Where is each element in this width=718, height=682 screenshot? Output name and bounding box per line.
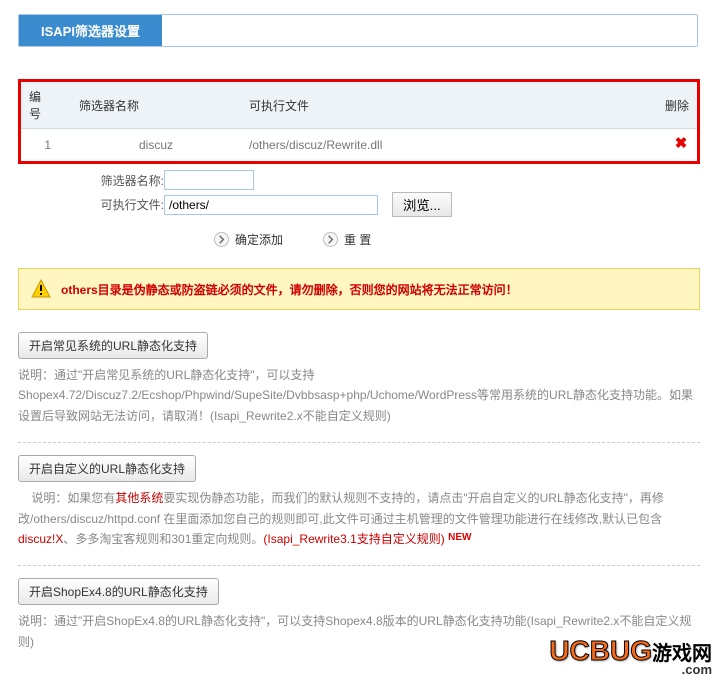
title-bar: ISAPI筛选器设置 xyxy=(18,14,698,47)
enable-common-url-button[interactable]: 开启常见系统的URL静态化支持 xyxy=(18,332,208,359)
custom-url-desc: 说明：如果您有其他系统要实现伪静态功能，而我们的默认规则不支持的，请点击"开启自… xyxy=(18,488,700,549)
warning-text: others目录是伪静态或防盗链必须的文件，请勿删除，否则您的网站将无法正常访问… xyxy=(61,281,518,298)
th-name: 筛选器名称 xyxy=(71,82,241,129)
exec-file-input[interactable] xyxy=(164,195,378,215)
filter-table: 编号 筛选器名称 可执行文件 删除 1 discuz /others/discu… xyxy=(21,82,697,161)
confirm-add-button[interactable]: 确定添加 xyxy=(214,231,283,248)
cell-file: /others/discuz/Rewrite.dll xyxy=(241,129,647,162)
common-url-desc: 说明：通过"开启常见系统的URL静态化支持"，可以支持 Shopex4.72/D… xyxy=(18,365,700,426)
chevron-right-icon xyxy=(214,232,229,247)
section-custom-url: 开启自定义的URL静态化支持 说明：如果您有其他系统要实现伪静态功能，而我们的默… xyxy=(18,455,700,549)
divider xyxy=(18,442,700,443)
page-title: ISAPI筛选器设置 xyxy=(19,15,162,46)
divider xyxy=(18,565,700,566)
reset-button[interactable]: 重 置 xyxy=(323,231,371,248)
chevron-right-icon xyxy=(323,232,338,247)
warning-alert: others目录是伪静态或防盗链必须的文件，请勿删除，否则您的网站将无法正常访问… xyxy=(18,268,700,310)
warning-icon xyxy=(31,279,51,299)
browse-button[interactable]: 浏览... xyxy=(392,192,452,217)
section-common-url: 开启常见系统的URL静态化支持 说明：通过"开启常见系统的URL静态化支持"，可… xyxy=(18,332,700,426)
isapi-note: (Isapi_Rewrite3.1支持自定义规则) xyxy=(263,532,444,546)
exec-file-label: 可执行文件: xyxy=(78,196,164,213)
filter-table-highlighted: 编号 筛选器名称 可执行文件 删除 1 discuz /others/discu… xyxy=(18,79,700,164)
cell-number: 1 xyxy=(21,129,71,162)
delete-icon[interactable]: ✖ xyxy=(673,137,689,153)
enable-custom-url-button[interactable]: 开启自定义的URL静态化支持 xyxy=(18,455,196,482)
enable-shopex-url-button[interactable]: 开启ShopEx4.8的URL静态化支持 xyxy=(18,578,219,605)
confirm-add-label: 确定添加 xyxy=(235,231,283,248)
discuz-x-link[interactable]: discuz!X xyxy=(18,532,63,546)
th-delete: 删除 xyxy=(647,82,697,129)
th-file: 可执行文件 xyxy=(241,82,647,129)
cell-name: discuz xyxy=(71,129,241,162)
table-row: 1 discuz /others/discuz/Rewrite.dll ✖ xyxy=(21,129,697,162)
new-badge: NEW xyxy=(448,532,471,543)
other-system-text: 其他系统 xyxy=(115,491,163,505)
filter-name-input[interactable] xyxy=(164,170,254,190)
th-number: 编号 xyxy=(21,82,71,129)
filter-name-label: 筛选器名称: xyxy=(78,172,164,189)
section-shopex-url: 开启ShopEx4.8的URL静态化支持 说明：通过"开启ShopEx4.8的U… xyxy=(18,578,700,652)
reset-label: 重 置 xyxy=(344,231,371,248)
shopex-url-desc: 说明：通过"开启ShopEx4.8的URL静态化支持"，可以支持Shopex4.… xyxy=(18,611,700,652)
